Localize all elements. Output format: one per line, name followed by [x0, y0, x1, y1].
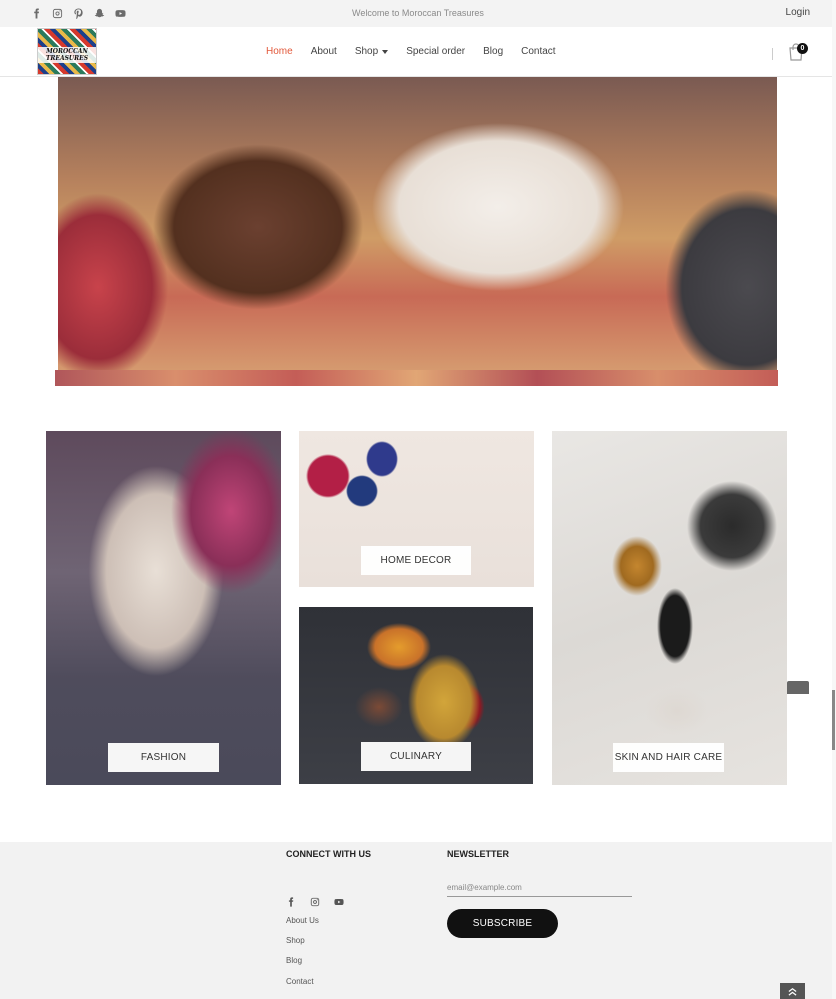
page-scrollbar-thumb[interactable] [832, 690, 835, 750]
site-footer [0, 842, 836, 999]
back-to-top-button[interactable] [780, 983, 805, 999]
site-logo[interactable]: MOROCCAN TREASURES [37, 28, 97, 75]
footer-link-about[interactable]: About Us [286, 916, 319, 925]
category-culinary[interactable]: CULINARY [299, 607, 533, 784]
footer-social-links [286, 894, 344, 912]
category-skin-hair-label[interactable]: SKIN AND HAIR CARE [613, 743, 724, 772]
login-link[interactable]: Login [786, 7, 810, 18]
nav-blog[interactable]: Blog [483, 46, 503, 57]
connect-title: CONNECT WITH US [286, 849, 371, 859]
chevron-double-up-icon [788, 987, 797, 996]
page-scrollbar[interactable] [832, 0, 836, 999]
main-nav: Home About Shop Special order Blog Conta… [266, 46, 574, 57]
welcome-text: Welcome to Moroccan Treasures [352, 8, 484, 18]
site-header: MOROCCAN TREASURES Home About Shop Speci… [0, 27, 836, 77]
hero-rug-strip [55, 370, 778, 386]
footer-link-blog[interactable]: Blog [286, 956, 302, 965]
nav-special-order[interactable]: Special order [406, 46, 465, 57]
nav-contact[interactable]: Contact [521, 46, 555, 57]
top-bar: Welcome to Moroccan Treasures Login [0, 0, 836, 27]
nav-shop-label: Shop [354, 46, 379, 57]
category-home-decor[interactable]: HOME DECOR [299, 431, 534, 587]
newsletter-email-input[interactable] [447, 879, 632, 897]
footer-link-shop[interactable]: Shop [286, 936, 305, 945]
chevron-down-icon [382, 50, 389, 54]
youtube-icon[interactable] [334, 894, 344, 912]
facebook-icon[interactable] [286, 894, 296, 912]
category-skin-hair-care[interactable]: SKIN AND HAIR CARE [552, 431, 787, 785]
category-culinary-label[interactable]: CULINARY [361, 742, 471, 771]
hero-image [58, 77, 777, 370]
header-divider [772, 48, 773, 60]
nav-home[interactable]: Home [266, 46, 293, 57]
instagram-icon[interactable] [310, 894, 320, 912]
category-fashion-label[interactable]: FASHION [108, 743, 219, 772]
cart-count-badge: 0 [797, 43, 808, 54]
floating-tab[interactable] [787, 681, 809, 694]
newsletter-title: NEWSLETTER [447, 849, 509, 859]
category-fashion[interactable]: FASHION [46, 431, 281, 785]
subscribe-button[interactable]: SUBSCRIBE [447, 909, 558, 938]
category-home-decor-label[interactable]: HOME DECOR [361, 546, 471, 575]
footer-link-contact[interactable]: Contact [286, 977, 314, 986]
nav-shop[interactable]: Shop [354, 46, 389, 57]
nav-about[interactable]: About [311, 46, 337, 57]
logo-text: MOROCCAN TREASURES [38, 47, 96, 63]
